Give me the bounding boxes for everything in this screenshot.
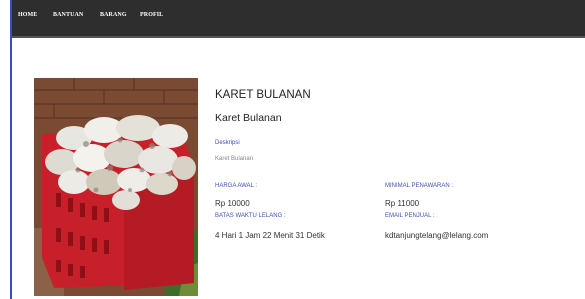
email-penjual-label: EMAIL PENJUAL : [385,213,435,219]
nav-bantuan[interactable]: BANTUAN [53,12,83,18]
batas-waktu-label: BATAS WAKTU LELANG : [215,213,286,219]
rubber-crate-photo [34,78,198,296]
product-subtitle: Karet Bulanan [215,112,282,124]
description-label: Deskripsi [215,140,240,146]
harga-awal-value: Rp 10000 [215,199,250,208]
minimal-penawaran-label: MINIMAL PENAWARAN : [385,183,454,189]
nav-home[interactable]: HOME [18,12,37,18]
left-frame-border [10,0,12,299]
left-frame [0,0,12,299]
minimal-penawaran-value: Rp 11000 [385,199,420,208]
product-image [34,78,198,296]
harga-awal-label: HARGA AWAL : [215,183,258,189]
nav-barang[interactable]: BARANG [100,12,127,18]
product-title: KARET BULANAN [215,89,311,101]
top-navbar: HOME BANTUAN BARANG PROFIL [12,0,585,38]
nav-profil[interactable]: PROFIL [140,12,163,18]
email-penjual-value[interactable]: kdtanjungtelang@lelang.com [385,231,488,240]
description-text: Karet Bulanan [215,156,254,162]
batas-waktu-value: 4 Hari 1 Jam 22 Menit 31 Detik [215,231,325,240]
